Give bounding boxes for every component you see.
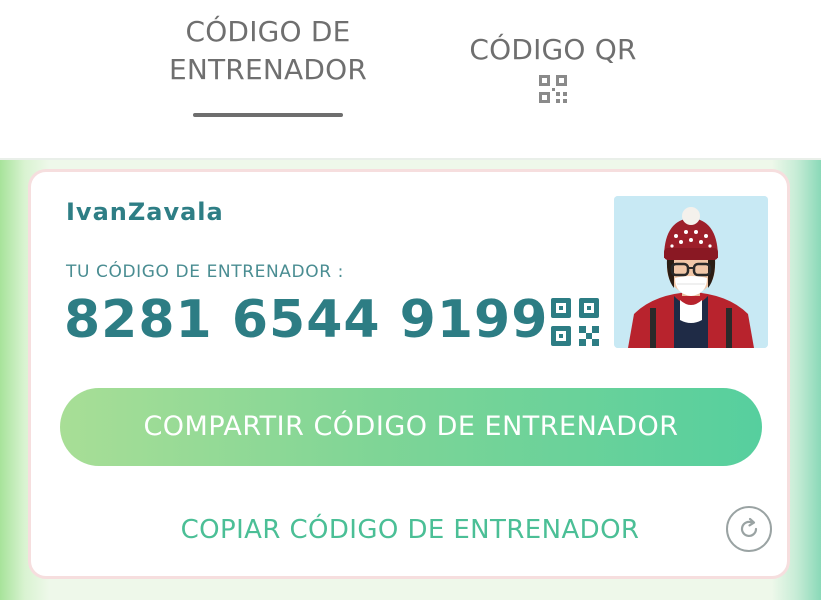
- tab-trainer-code-label-line2: ENTRENADOR: [168, 53, 368, 86]
- tab-trainer-code-label-line1: CÓDIGO DE: [185, 15, 351, 48]
- copy-trainer-code-button[interactable]: COPIAR CÓDIGO DE ENTRENADOR: [140, 508, 680, 552]
- refresh-button[interactable]: [726, 506, 772, 552]
- tab-bar: CÓDIGO DE ENTRENADOR CÓDIGO QR: [0, 0, 821, 160]
- avatar-illustration: [614, 196, 768, 348]
- tab-qr-code[interactable]: CÓDIGO QR: [440, 31, 666, 69]
- share-trainer-code-button[interactable]: COMPARTIR CÓDIGO DE ENTRENADOR: [60, 388, 762, 466]
- trainer-avatar: [614, 196, 768, 348]
- tab-trainer-code[interactable]: CÓDIGO DE ENTRENADOR: [150, 13, 386, 89]
- qr-code-icon[interactable]: [539, 75, 567, 103]
- trainer-username: IvanZavala: [66, 198, 224, 226]
- tab-qr-code-label: CÓDIGO QR: [469, 33, 637, 66]
- trainer-code-value: 8281 6544 9199: [64, 290, 549, 350]
- qr-code-icon[interactable]: [551, 298, 599, 346]
- active-tab-indicator: [193, 113, 343, 117]
- trainer-code-label: TU CÓDIGO DE ENTRENADOR :: [66, 262, 344, 282]
- refresh-icon: [740, 517, 758, 538]
